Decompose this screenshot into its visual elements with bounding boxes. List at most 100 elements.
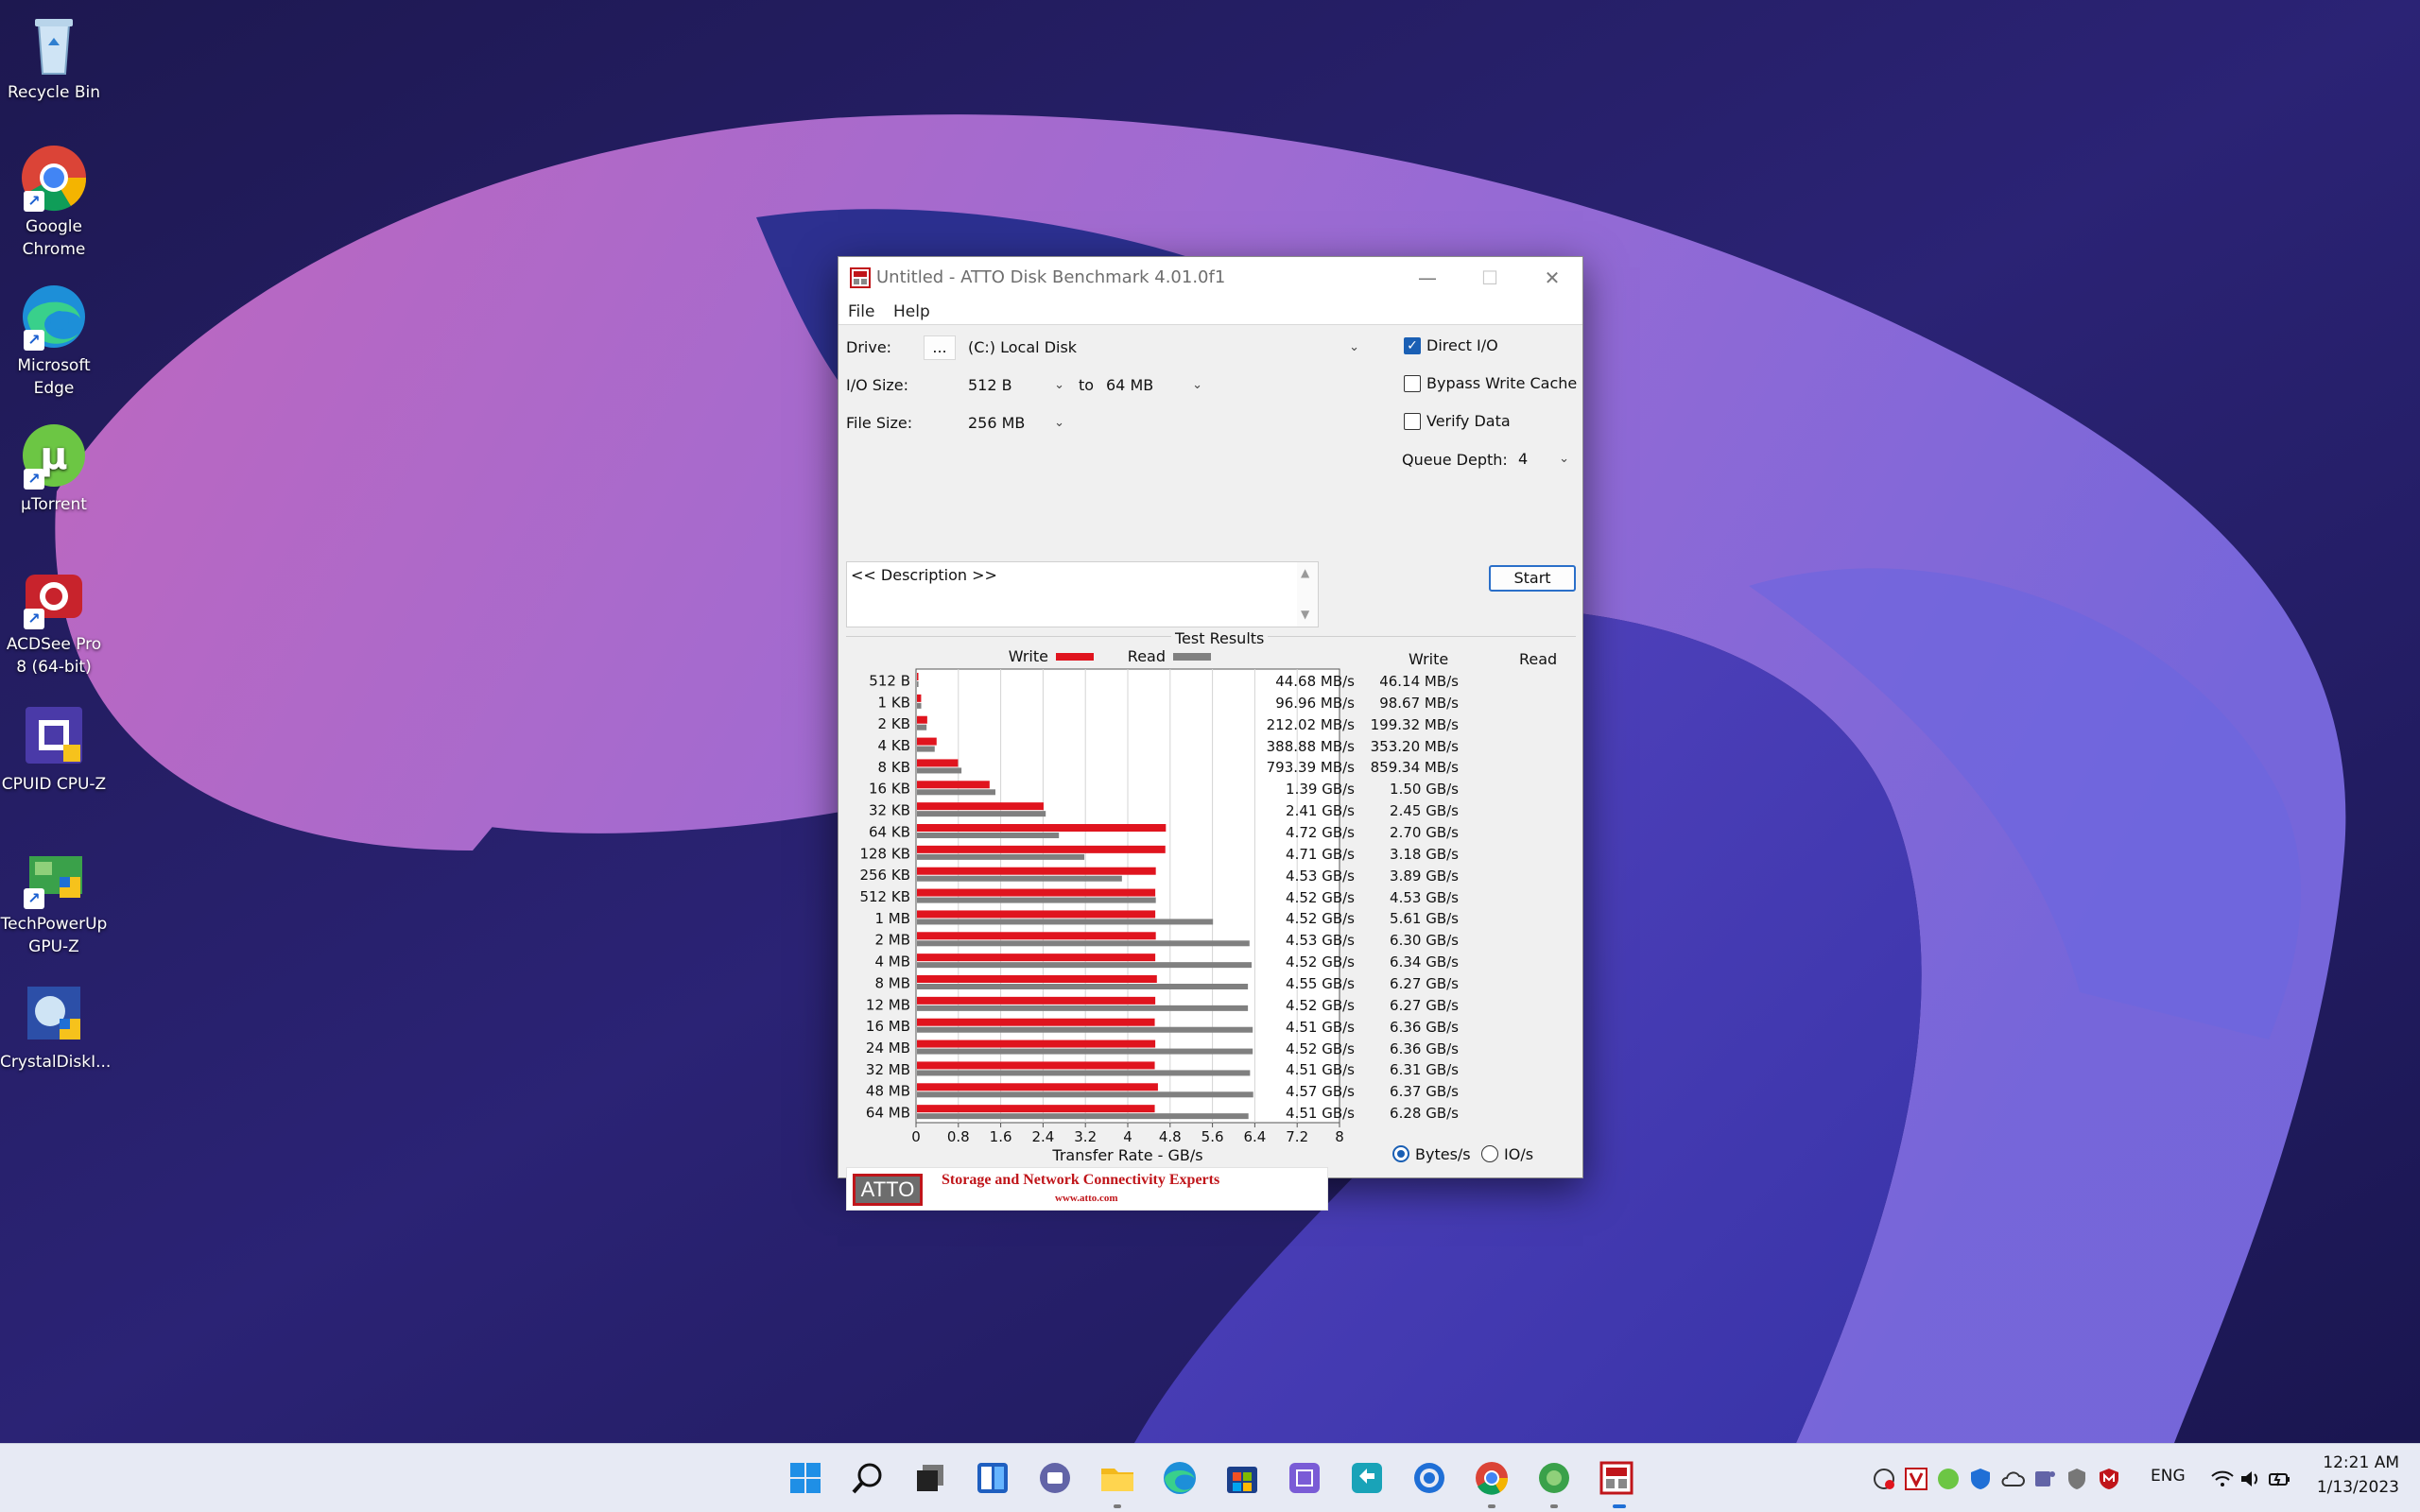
write-column-header: Write [1409,650,1449,668]
gpu-z-icon[interactable] [1535,1459,1573,1497]
task-view-icon[interactable] [911,1459,949,1497]
write-bar [917,673,919,680]
bypass-write-cache-checkbox[interactable]: Bypass Write Cache [1404,373,1577,394]
y-category-label: 2 MB [874,932,910,949]
desktop-icon-cpu-z[interactable]: CPUID CPU-Z [0,699,108,796]
clock-date[interactable]: 1/13/2023 [2317,1478,2399,1497]
direct-io-checkbox[interactable]: ✓ Direct I/O [1404,335,1498,356]
menu-help[interactable]: Help [893,302,930,321]
write-result-value: 4.53 GB/s [1286,932,1355,950]
io-per-sec-radio[interactable]: IO/s [1481,1144,1533,1165]
file-size-select[interactable]: 256 MB ⌄ [961,411,1071,436]
write-result-value: 96.96 MB/s [1275,694,1355,712]
read-bar [917,681,919,687]
battery-icon[interactable] [2267,1467,2291,1491]
legend-write-swatch [1056,653,1094,661]
tray-teams-icon[interactable] [2032,1467,2057,1491]
app-icon[interactable] [1286,1459,1323,1497]
y-category-label: 1 KB [878,694,910,711]
language-indicator[interactable]: ENG [2151,1467,2186,1486]
scroll-down-icon[interactable]: ▼ [1301,608,1309,621]
drive-select-value: (C:) Local Disk [968,338,1078,356]
y-category-label: 32 KB [869,802,910,819]
start-button[interactable]: Start [1489,565,1576,592]
clock-time[interactable]: 12:21 AM [2323,1453,2399,1472]
sync-icon[interactable] [1348,1459,1386,1497]
description-text: << Description >> [851,566,997,584]
read-bar [917,724,927,730]
tray-utorrent-icon[interactable] [1936,1467,1961,1491]
drive-select[interactable]: (C:) Local Disk ⌄ [961,335,1366,360]
tray-shield-icon[interactable] [2065,1467,2089,1491]
minimize-button[interactable]: — [1396,257,1459,299]
edge-icon[interactable] [1161,1459,1199,1497]
start-icon[interactable] [786,1459,824,1497]
wifi-icon[interactable] [2210,1467,2235,1491]
write-result-value: 388.88 MB/s [1266,737,1355,755]
to-label: to [1079,376,1095,394]
write-bar [917,867,1156,875]
write-bar [917,737,937,746]
maximize-button[interactable]: ☐ [1459,257,1521,299]
write-result-value: 4.52 GB/s [1286,954,1355,971]
write-result-value: 4.57 GB/s [1286,1083,1355,1101]
shortcut-arrow-icon: ↗ [24,888,44,909]
atto-banner[interactable]: ATTO Storage and Network Connectivity Ex… [846,1167,1328,1211]
widgets-icon[interactable] [974,1459,1011,1497]
desktop-icon-crystaldiskinfo[interactable]: CrystalDiskI... [0,977,111,1074]
write-result-value: 212.02 MB/s [1266,715,1355,733]
chevron-down-icon: ⌄ [1349,340,1359,354]
chrome-icon[interactable] [1473,1459,1511,1497]
search-icon[interactable] [849,1459,887,1497]
desktop-icon-recycle-bin[interactable]: Recycle Bin [0,8,108,104]
desktop-icon-label: ACDSee Pro 8 (64-bit) [6,635,102,677]
running-indicator [1114,1504,1121,1508]
atto-icon[interactable] [1598,1459,1635,1497]
desktop-icon-google-chrome[interactable]: ↗ Google Chrome [0,142,108,261]
read-result-value: 46.14 MB/s [1379,673,1459,690]
queue-depth-select[interactable]: 4 ⌄ [1512,447,1576,472]
read-result-value: 353.20 MB/s [1370,737,1459,755]
desktop-icon-acdsee[interactable]: ↗ ACDSee Pro 8 (64-bit) [0,559,108,679]
y-category-label: 16 MB [866,1018,910,1035]
desktop-icon-label: Microsoft Edge [17,356,91,398]
description-textarea[interactable]: << Description >> ▲ ▼ [846,561,1319,627]
tray-cloud-icon[interactable] [2000,1467,2025,1491]
read-result-value: 1.50 GB/s [1390,781,1459,799]
taskbar: ENG 12:21 AM 1/13/2023 [0,1443,2420,1512]
y-category-label: 64 MB [866,1105,910,1122]
tray-antivirus-icon[interactable] [1904,1467,1928,1491]
write-bar [917,781,990,789]
banner-tagline: Storage and Network Connectivity Experts [942,1172,1220,1188]
desktop-icon-gpu-z[interactable]: ↗ TechPowerUp GPU-Z [0,839,108,958]
file-explorer-icon[interactable] [1098,1459,1136,1497]
read-result-value: 6.30 GB/s [1390,932,1459,950]
scroll-up-icon[interactable]: ▲ [1301,566,1309,579]
tray-mcafee-icon[interactable] [2097,1467,2121,1491]
verify-data-checkbox[interactable]: Verify Data [1404,411,1511,432]
teams-chat-icon[interactable] [1036,1459,1074,1497]
volume-icon[interactable] [2238,1467,2263,1491]
y-category-label: 512 B [869,672,910,689]
write-bar [917,802,1044,811]
bytes-per-sec-radio[interactable]: Bytes/s [1392,1144,1471,1165]
desktop-icon-utorrent[interactable]: µ ↗ µTorrent [0,420,108,516]
tray-security-icon[interactable] [1968,1467,1993,1491]
read-bar [917,984,1249,989]
io-size-to-select[interactable]: 64 MB ⌄ [1099,373,1209,398]
cortana-icon[interactable] [1410,1459,1448,1497]
browse-drive-button[interactable]: ... [924,335,956,360]
desktop-icon-microsoft-edge[interactable]: ↗ Microsoft Edge [0,281,108,400]
description-scrollbar[interactable]: ▲ ▼ [1297,562,1318,627]
menu-file[interactable]: File [848,302,874,321]
file-size-value: 256 MB [968,414,1026,432]
io-size-from-select[interactable]: 512 B ⌄ [961,373,1071,398]
window-titlebar[interactable]: Untitled - ATTO Disk Benchmark 4.01.0f1 … [838,257,1582,299]
checkmark-icon: ✓ [1404,337,1421,354]
store-icon[interactable] [1223,1459,1261,1497]
close-button[interactable]: ✕ [1521,257,1583,299]
read-bar [917,897,1156,903]
write-result-value: 1.39 GB/s [1286,781,1355,799]
tray-sync-icon[interactable] [1872,1467,1896,1491]
read-result-value: 4.53 GB/s [1390,888,1459,906]
